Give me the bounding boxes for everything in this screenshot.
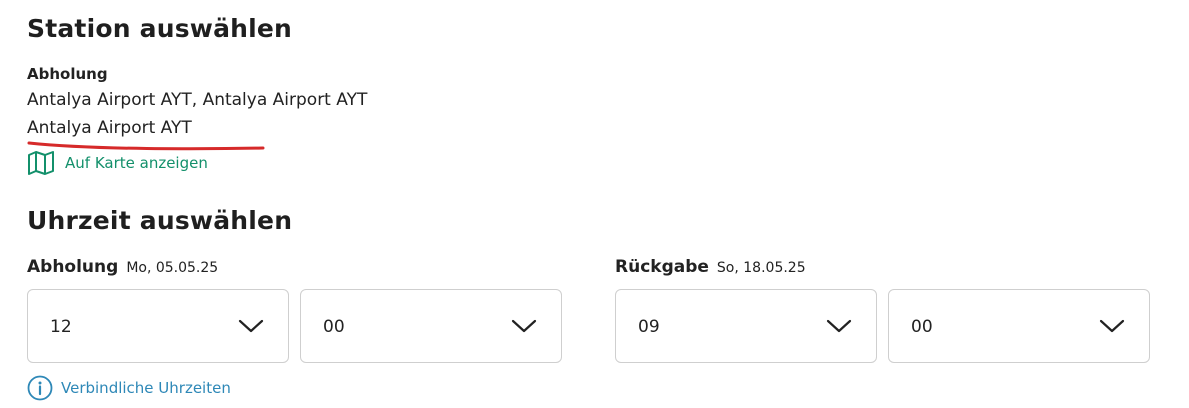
show-on-map-link[interactable]: Auf Karte anzeigen (27, 150, 208, 176)
show-on-map-label: Auf Karte anzeigen (65, 154, 208, 172)
binding-times-label: Verbindliche Uhrzeiten (61, 379, 231, 397)
info-icon (27, 375, 53, 401)
chevron-down-icon (238, 319, 264, 333)
pickup-date: Mo, 05.05.25 (126, 260, 219, 276)
station-heading: Station auswählen (27, 14, 293, 43)
return-date-row: Rückgabe So, 18.05.25 (615, 257, 806, 277)
return-hour-value: 09 (638, 317, 660, 337)
return-hour-select[interactable]: 09 (615, 289, 877, 363)
map-icon (28, 151, 54, 175)
pickup-station-address: Antalya Airport AYT (27, 118, 192, 138)
return-minute-select[interactable]: 00 (888, 289, 1150, 363)
pickup-label: Abholung (27, 257, 119, 277)
return-date: So, 18.05.25 (716, 260, 806, 276)
pickup-minute-select[interactable]: 00 (300, 289, 562, 363)
pickup-hour-select[interactable]: 12 (27, 289, 289, 363)
return-minute-value: 00 (911, 317, 933, 337)
binding-times-link[interactable]: Verbindliche Uhrzeiten (27, 375, 231, 401)
pickup-hour-value: 12 (50, 317, 72, 337)
chevron-down-icon (511, 319, 537, 333)
pickup-date-row: Abholung Mo, 05.05.25 (27, 257, 218, 277)
pickup-station-label: Abholung (27, 65, 108, 83)
time-heading: Uhrzeit auswählen (27, 206, 293, 235)
return-label: Rückgabe (615, 257, 709, 277)
chevron-down-icon (826, 319, 852, 333)
pickup-minute-value: 00 (323, 317, 345, 337)
pickup-station-name: Antalya Airport AYT, Antalya Airport AYT (27, 90, 368, 110)
chevron-down-icon (1099, 319, 1125, 333)
